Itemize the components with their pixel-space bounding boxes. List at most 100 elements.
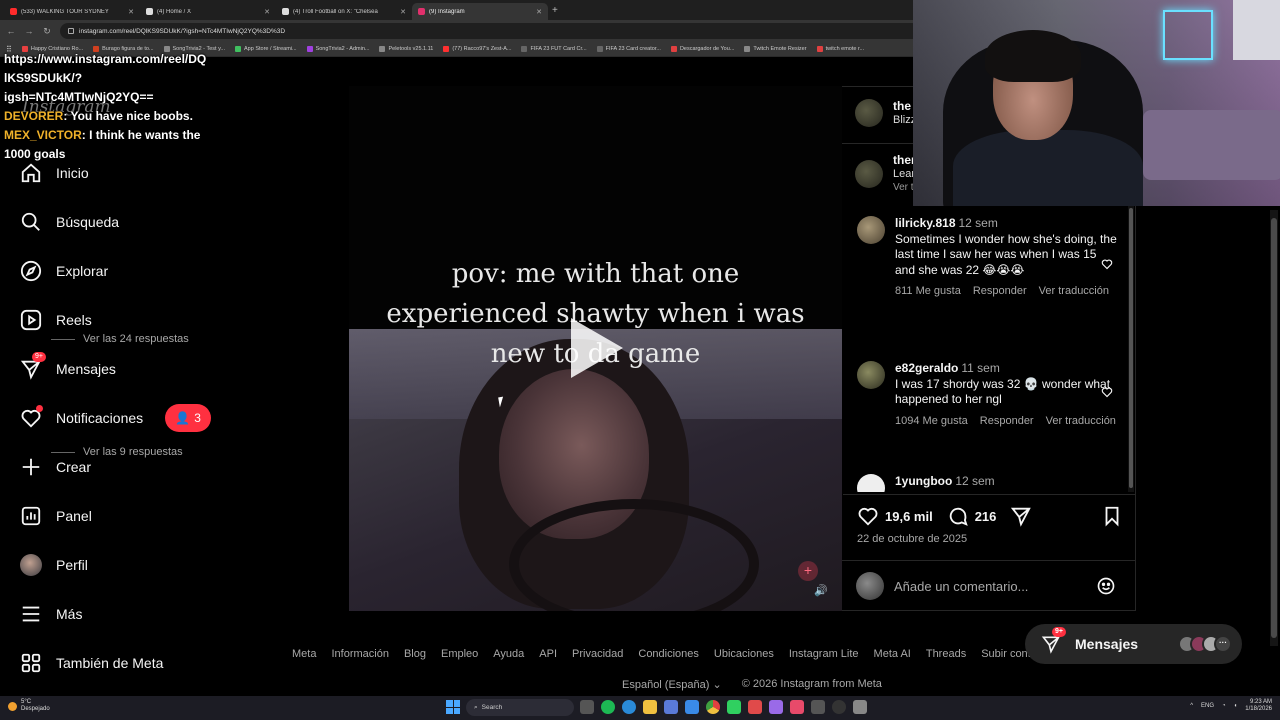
wifi-icon[interactable]: ◔ xyxy=(1222,703,1226,709)
sidebar-item-explorar[interactable]: Explorar xyxy=(20,258,108,284)
taskview-icon[interactable] xyxy=(580,700,594,714)
sidebar-item-tambien-de-meta[interactable]: También de Meta xyxy=(20,650,163,676)
url-input[interactable]: instagram.com/reel/DQlKS9SDUkK/?igsh=NTc… xyxy=(60,23,920,39)
app-icon[interactable] xyxy=(727,700,741,714)
reply-button[interactable]: Responder xyxy=(973,284,1027,300)
weather-widget[interactable]: 5°C Despejado xyxy=(8,699,50,713)
sidebar-item-mensajes[interactable]: 9+ Mensajes xyxy=(20,352,116,382)
footer-link[interactable]: Empleo xyxy=(441,648,478,660)
like-icon[interactable] xyxy=(857,505,879,527)
comment-like-icon[interactable] xyxy=(1101,258,1113,270)
volume-icon[interactable]: 🔊 xyxy=(814,584,828,597)
footer-link[interactable]: Threads xyxy=(926,648,966,660)
sidebar-item-busqueda[interactable]: Búsqueda xyxy=(20,209,119,235)
add-icon[interactable]: + xyxy=(798,561,818,581)
commenter-avatar[interactable] xyxy=(857,361,885,389)
footer-link[interactable]: Condiciones xyxy=(638,648,699,660)
commenter-name[interactable]: lilricky.818 xyxy=(895,216,956,230)
settings-icon[interactable] xyxy=(853,700,867,714)
commenter-avatar[interactable] xyxy=(857,474,885,492)
bookmark-item[interactable]: Peletools v25.1.11 xyxy=(379,46,433,52)
folder-icon[interactable] xyxy=(643,700,657,714)
bookmark-icon[interactable] xyxy=(1101,505,1123,527)
footer-link[interactable]: Ubicaciones xyxy=(714,648,774,660)
footer-link[interactable]: Meta AI xyxy=(874,648,911,660)
edge-icon[interactable] xyxy=(622,700,636,714)
browser-tab[interactable]: (4) Home / X ✕ xyxy=(140,3,276,20)
close-icon[interactable]: ✕ xyxy=(264,8,270,16)
bookmark-item[interactable]: Descargador de You... xyxy=(670,46,734,52)
app-icon[interactable] xyxy=(748,700,762,714)
sidebar-item-panel[interactable]: Panel xyxy=(20,503,92,529)
page-scrollbar[interactable] xyxy=(1270,210,1278,646)
footer-link[interactable]: Blog xyxy=(404,648,426,660)
clock[interactable]: 9:23 AM 1/18/2026 xyxy=(1245,699,1272,713)
view-replies-button[interactable]: Ver las 24 respuestas xyxy=(51,333,189,345)
browser-tab[interactable]: (533) WALKING TOUR SYDNEY ✕ xyxy=(4,3,140,20)
forward-icon[interactable]: → xyxy=(24,26,34,36)
sidebar-item-reels[interactable]: Reels xyxy=(20,307,92,333)
language-select[interactable]: Español (España) ⌄ xyxy=(622,678,722,691)
emoji-icon[interactable] xyxy=(1096,576,1116,596)
likes-count[interactable]: 19,6 mil xyxy=(885,509,933,524)
app-icon[interactable] xyxy=(790,700,804,714)
footer-link[interactable]: Privacidad xyxy=(572,648,623,660)
bookmark-item[interactable]: Twitch Emote Resizer xyxy=(744,46,807,52)
reload-icon[interactable]: ↻ xyxy=(42,26,52,37)
obs-icon[interactable] xyxy=(832,700,846,714)
comment-likes[interactable]: 1094 Me gusta xyxy=(895,414,968,430)
commenter-name[interactable]: 1yungboo xyxy=(895,474,952,488)
sidebar-item-mas[interactable]: Más xyxy=(20,601,82,627)
comments-count[interactable]: 216 xyxy=(975,509,997,524)
comments-scrollbar[interactable] xyxy=(1128,206,1134,492)
commenter-name[interactable]: e82geraldo xyxy=(895,361,958,375)
browser-tab[interactable]: (4) Troll Football on X: "Chelsea ✕ xyxy=(276,3,412,20)
commenter-avatar[interactable] xyxy=(857,216,885,244)
bookmark-item[interactable]: App Store / Streami... xyxy=(235,46,297,52)
reply-button[interactable]: Responder xyxy=(980,414,1034,430)
app-icon[interactable] xyxy=(811,700,825,714)
comment-input[interactable] xyxy=(894,578,1086,594)
reel-video[interactable]: pov: me with that one experienced shawty… xyxy=(349,86,842,611)
bookmark-item[interactable]: twitch emote r... xyxy=(816,46,864,52)
footer-link[interactable]: Ayuda xyxy=(493,648,524,660)
translate-button[interactable]: Ver traducción xyxy=(1046,414,1116,430)
footer-link[interactable]: Meta xyxy=(292,648,316,660)
chevron-up-icon[interactable]: ^ xyxy=(1190,703,1193,709)
close-icon[interactable]: ✕ xyxy=(128,8,134,16)
mail-icon[interactable] xyxy=(685,700,699,714)
translate-button[interactable]: Ver traducción xyxy=(1039,284,1109,300)
windows-start-icon[interactable] xyxy=(446,700,460,714)
sidebar-item-notificaciones[interactable]: Notificaciones 👤 3 xyxy=(20,404,212,432)
notifications-pill[interactable]: 👤 3 xyxy=(165,404,212,432)
comment-likes[interactable]: 811 Me gusta xyxy=(895,284,961,300)
bookmark-item[interactable]: (77) Racco97's Zest-A... xyxy=(443,46,511,52)
new-tab-button[interactable]: + xyxy=(552,5,558,16)
comment-like-icon[interactable] xyxy=(1101,386,1113,398)
comment-icon[interactable] xyxy=(947,505,969,527)
bookmark-item[interactable]: FIFA 23 Card creator... xyxy=(596,46,661,52)
browser-tab[interactable]: (9) Instagram ✕ xyxy=(412,3,548,20)
bookmark-item[interactable]: FIFA 23 FUT Card Cr... xyxy=(521,46,587,52)
author-avatar[interactable] xyxy=(855,99,883,127)
footer-link[interactable]: Información xyxy=(331,648,388,660)
spotify-icon[interactable] xyxy=(601,700,615,714)
close-icon[interactable]: ✕ xyxy=(536,8,542,16)
bookmark-item[interactable]: SongTrivia2 - Admin... xyxy=(306,46,369,52)
language-indicator[interactable]: ENG xyxy=(1201,703,1214,709)
share-icon[interactable] xyxy=(1010,505,1032,527)
store-icon[interactable] xyxy=(664,700,678,714)
footer-link[interactable]: API xyxy=(539,648,557,660)
play-icon[interactable] xyxy=(571,318,623,378)
messages-float-button[interactable]: 9+ Mensajes ··· xyxy=(1025,624,1242,664)
view-replies-button[interactable]: Ver las 9 respuestas xyxy=(51,446,183,458)
author-avatar[interactable] xyxy=(855,160,883,188)
app-icon[interactable] xyxy=(769,700,783,714)
back-icon[interactable]: ← xyxy=(6,26,16,36)
sidebar-item-perfil[interactable]: Perfil xyxy=(20,552,88,578)
close-icon[interactable]: ✕ xyxy=(400,8,406,16)
taskbar-search[interactable]: ⌕ Search xyxy=(466,699,574,716)
chrome-icon[interactable] xyxy=(706,700,720,714)
volume-icon[interactable]: ◖ xyxy=(1234,703,1238,709)
footer-link[interactable]: Instagram Lite xyxy=(789,648,859,660)
